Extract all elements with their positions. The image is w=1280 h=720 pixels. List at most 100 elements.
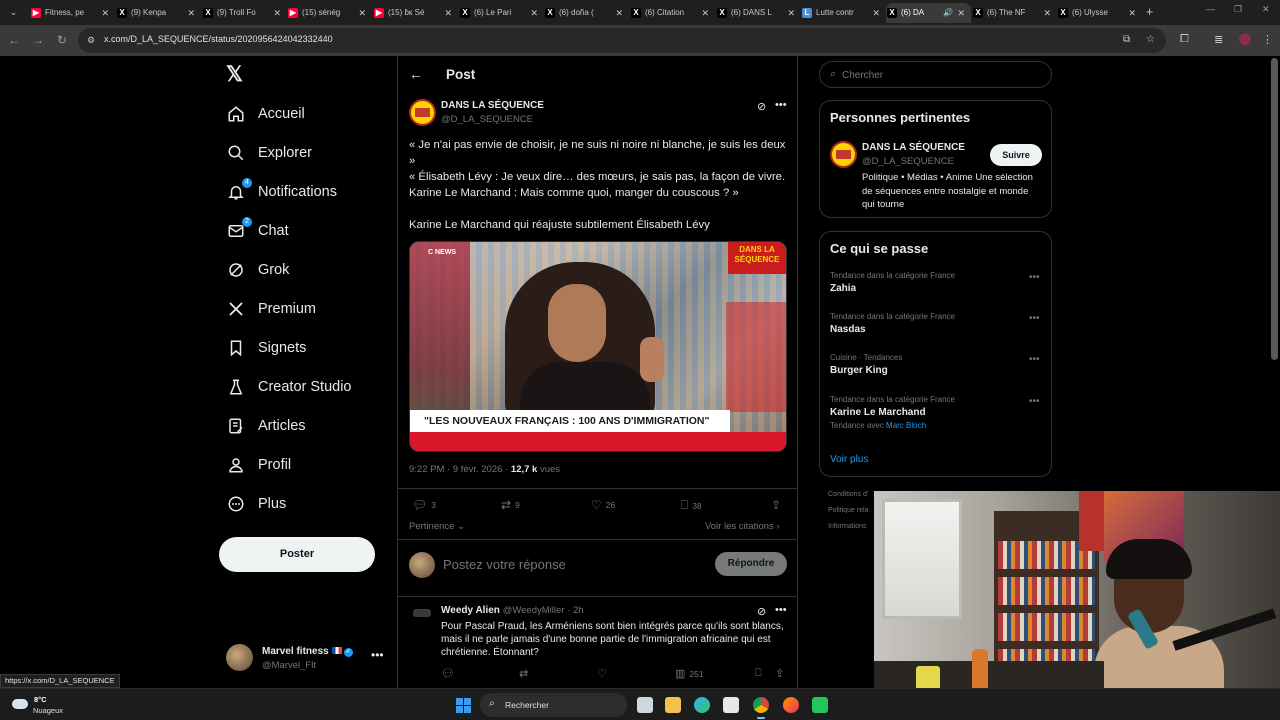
bookmark-star-icon[interactable]: ☆ [1146, 34, 1155, 45]
view-quotes-link[interactable]: Voir les citations › [705, 521, 779, 532]
back-icon[interactable]: ← [6, 33, 22, 49]
more-icon[interactable]: ••• [1029, 354, 1040, 365]
grok-icon[interactable]: ⊘ [757, 605, 766, 618]
browser-tab[interactable]: X (6) Citation ✕ [630, 3, 715, 23]
nav-item-notifications[interactable]: 4 Notifications [226, 177, 337, 207]
more-icon[interactable]: ••• [1029, 396, 1040, 407]
reply-author[interactable]: Weedy Alien @WeedyMiller · 2h [441, 605, 584, 616]
browser-tab[interactable]: X (9) Kenpa ✕ [116, 3, 201, 23]
browser-tab[interactable]: L Lutte contr ✕ [801, 3, 886, 23]
repost-action[interactable]: ⇄ [519, 667, 532, 680]
close-icon[interactable]: ✕ [1043, 3, 1051, 23]
close-icon[interactable]: ✕ [872, 3, 880, 23]
extensions-icon[interactable]: ⧠ [1180, 33, 1189, 46]
post-media-video[interactable]: C NEWS DANS LA SÉQUENCE "LES NOUVEAUX FR… [409, 241, 787, 452]
nav-item-profile[interactable]: Profil [226, 450, 291, 480]
site-info-icon[interactable]: ⚙ [87, 34, 99, 46]
nav-item-home[interactable]: Accueil [226, 99, 305, 129]
weather-temperature[interactable]: 8°C [34, 695, 47, 704]
reload-icon[interactable]: ↻ [54, 33, 70, 49]
footer-link[interactable]: Informations [828, 523, 867, 530]
minimize-icon[interactable]: — [1206, 4, 1215, 14]
browser-tab[interactable]: X (6) Ulysse ✕ [1057, 3, 1142, 23]
grok-icon[interactable]: ⊘ [757, 100, 766, 113]
install-app-icon[interactable]: ⧉ [1123, 34, 1130, 45]
edge-icon[interactable] [694, 697, 710, 713]
browser-tab[interactable]: ▶ (15) ɓк Sé ✕ [373, 3, 458, 23]
firefox-icon[interactable] [783, 697, 799, 713]
profile-avatar[interactable] [1239, 33, 1251, 45]
close-icon[interactable]: ✕ [615, 3, 623, 23]
close-icon[interactable]: ✕ [444, 3, 452, 23]
back-arrow-icon[interactable]: ← [409, 66, 423, 82]
browser-tab[interactable]: ▶ Fitness, pe ✕ [30, 3, 115, 23]
chrome-icon[interactable] [753, 697, 769, 719]
file-explorer-icon[interactable] [665, 697, 681, 713]
new-tab-button[interactable]: + [1141, 3, 1158, 21]
browser-tab[interactable]: X (6) The NF ✕ [972, 3, 1057, 23]
reply-action[interactable]: 💬︎ [441, 667, 459, 680]
reply-action[interactable]: 💬︎ 3 [412, 498, 436, 512]
task-view-icon[interactable] [637, 697, 653, 713]
app-icon[interactable] [812, 697, 828, 713]
close-icon[interactable]: ✕ [101, 3, 109, 23]
nav-item-chat[interactable]: 2 Chat [226, 216, 289, 246]
repost-action[interactable]: ⇄ 9 [501, 498, 520, 512]
close-window-icon[interactable]: ✕ [1262, 4, 1270, 15]
menu-icon[interactable]: ⋮ [1262, 33, 1273, 46]
more-icon[interactable]: ••• [1029, 313, 1040, 324]
tab-search-button[interactable]: ⌄ [5, 4, 22, 21]
close-icon[interactable]: ✕ [530, 3, 538, 23]
like-action[interactable]: ♡ [597, 667, 611, 680]
more-icon[interactable]: ••• [775, 604, 787, 616]
browser-tab[interactable]: ▶ (15) sénég ✕ [287, 3, 372, 23]
nav-item-articles[interactable]: Articles [226, 411, 306, 441]
footer-link[interactable]: Politique rela [828, 507, 868, 514]
close-icon[interactable]: ✕ [1128, 3, 1136, 23]
close-icon[interactable]: ✕ [701, 3, 709, 23]
windows-start-icon[interactable] [456, 698, 471, 713]
maximize-icon[interactable]: ❐ [1234, 4, 1242, 15]
cloud-icon[interactable] [12, 699, 28, 709]
store-icon[interactable] [723, 697, 739, 713]
like-action[interactable]: ♡ 26 [591, 498, 615, 512]
page-scrollbar[interactable] [1271, 58, 1278, 360]
address-bar[interactable]: ⚙ x.com/D_LA_SEQUENCE/status/20209564240… [78, 28, 1166, 53]
see-more-link[interactable]: Voir plus [830, 454, 868, 465]
close-icon[interactable]: ✕ [787, 3, 795, 23]
close-icon[interactable]: ✕ [358, 3, 366, 23]
reply-button[interactable]: Répondre [715, 552, 787, 576]
account-switcher[interactable]: Marvel fitness ✓ @Marvel_Flt ••• [226, 642, 386, 672]
follow-button[interactable]: Suivre [990, 144, 1042, 166]
browser-tab[interactable]: X (6) doña (✕ [544, 3, 629, 23]
browser-tab[interactable]: X (6) Le Pari ✕ [459, 3, 544, 23]
trend-related-link[interactable]: Marc Bloch [886, 421, 926, 430]
weather-condition[interactable]: Nuageux [33, 706, 63, 715]
bookmark-action[interactable]: ⎕ [755, 667, 766, 680]
close-icon[interactable]: ✕ [273, 3, 281, 23]
share-action[interactable]: ⇪ [775, 667, 788, 680]
trend-item[interactable]: Tendance dans la catégorie France Zahia [830, 271, 1040, 294]
trend-item[interactable]: Tendance dans la catégorie France Nasdas [830, 312, 1040, 335]
avatar[interactable] [413, 609, 431, 617]
author-handle[interactable]: @D_LA_SEQUENCE [441, 114, 533, 125]
profile-name[interactable]: DANS LA SÉQUENCE [862, 142, 965, 153]
views-action[interactable]: ▥ 251 [675, 667, 704, 680]
nav-item-grok[interactable]: Grok [226, 255, 289, 285]
search-input[interactable] [842, 67, 1042, 83]
close-icon[interactable]: ✕ [957, 3, 965, 23]
browser-tab[interactable]: X (9) Troll Fo ✕ [202, 3, 287, 23]
trend-item[interactable]: Tendance dans la catégorie France Karine… [830, 395, 1040, 430]
nav-item-bookmarks[interactable]: Signets [226, 333, 306, 363]
footer-link[interactable]: Conditions d' [828, 491, 868, 498]
speaker-icon[interactable]: 🔊 [943, 3, 953, 23]
trend-item[interactable]: Cuisine · Tendances Burger King [830, 353, 1040, 376]
avatar[interactable] [830, 141, 857, 168]
nav-item-explore[interactable]: Explorer [226, 138, 312, 168]
post-button[interactable]: Poster [219, 537, 375, 572]
avatar[interactable] [409, 99, 436, 126]
browser-tab[interactable]: X (6) DANS L ✕ [716, 3, 801, 23]
nav-item-more[interactable]: Plus [226, 489, 286, 519]
more-icon[interactable]: ••• [775, 99, 787, 111]
reply-input[interactable]: Postez votre réponse [443, 557, 566, 572]
